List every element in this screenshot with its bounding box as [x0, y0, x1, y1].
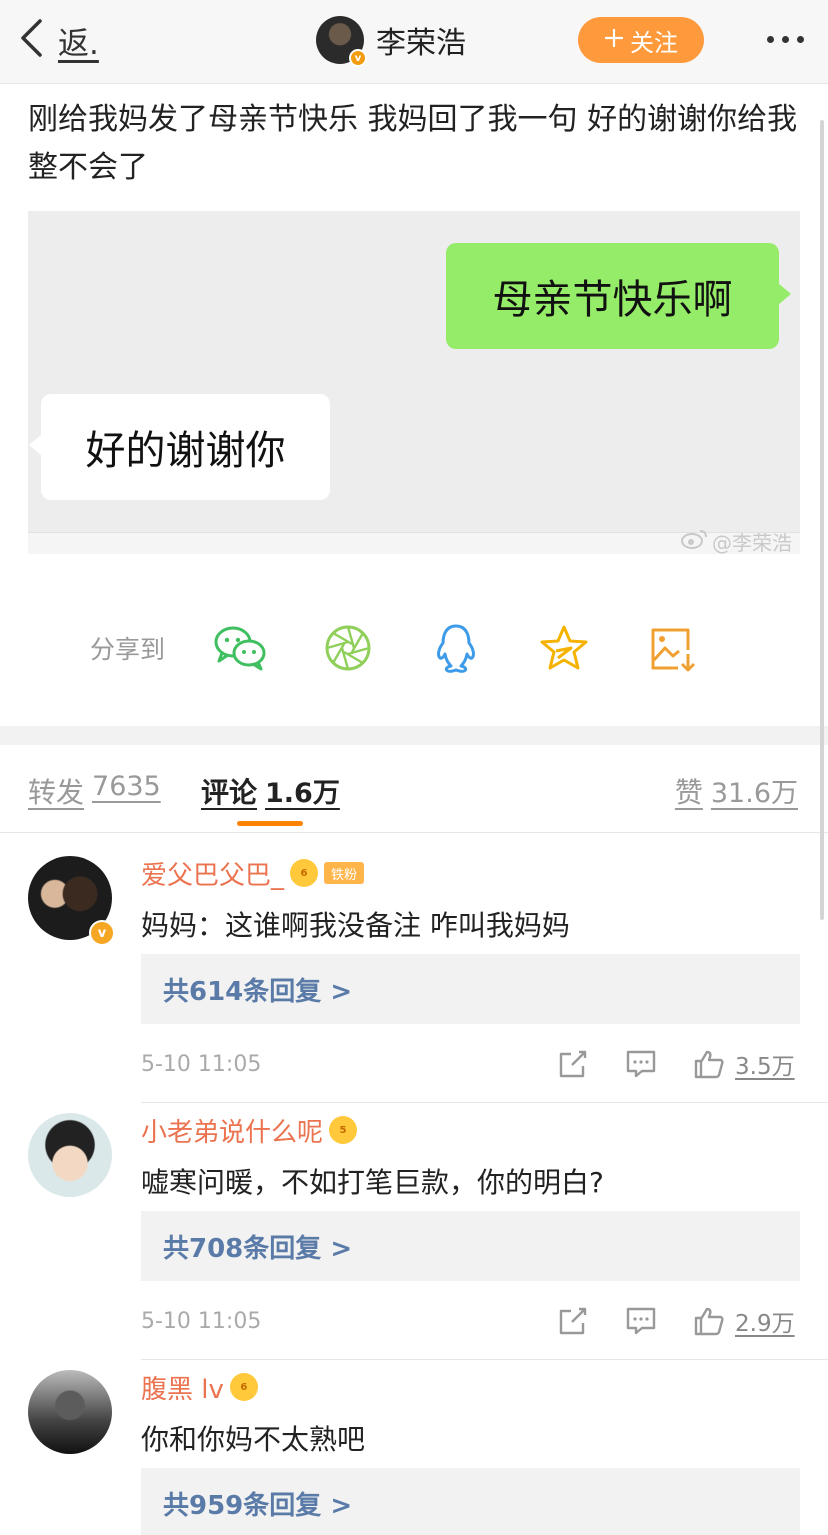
tab-label: 转发 [28, 776, 85, 809]
tab-label: 评论 [201, 776, 258, 809]
comment-timestamp: 5-10 11:05 [141, 1052, 262, 1077]
member-crown-icon: 6 [229, 1373, 258, 1401]
save-image-icon[interactable] [642, 618, 702, 678]
share-arrow-icon [559, 1050, 587, 1078]
tab-comments[interactable]: 评论 1.6万 [201, 771, 340, 811]
follow-label: 关注 [630, 28, 678, 57]
comment-timestamp: 5-10 11:05 [141, 1309, 262, 1334]
top-bar: 返. v 李荣浩 关注 [0, 0, 828, 84]
tab-label: 赞 [674, 776, 703, 809]
qq-icon[interactable] [426, 618, 486, 678]
watermark-text: @李荣浩 [712, 530, 792, 555]
tab-count: 31.6万 [710, 778, 798, 809]
active-tab-indicator [237, 821, 303, 826]
share-label: 分享到 [90, 635, 166, 664]
share-comment-button[interactable] [557, 1044, 589, 1084]
view-replies-link[interactable]: 共708条回复 > [141, 1211, 800, 1281]
tab-likes[interactable]: 赞 31.6万 [675, 771, 798, 811]
view-replies-link[interactable]: 共959条回复 > [141, 1468, 800, 1535]
commenter-username[interactable]: 爱父巴父巴_ [141, 855, 284, 892]
more-dot-icon [767, 35, 774, 43]
commenter-info: 爱父巴父巴_ 6 铁粉 [141, 855, 365, 892]
scrollbar[interactable] [820, 120, 824, 920]
like-comment-button[interactable]: 3.5万 [693, 1044, 795, 1084]
comment-text: 嘘寒问暖，不如打笔巨款，你的明白? [141, 1166, 604, 1199]
thumbs-up-icon [694, 1307, 724, 1336]
reply-comment-button[interactable] [625, 1301, 657, 1341]
author-avatar[interactable]: v [316, 16, 367, 67]
commenter-info: 小老弟说什么呢 5 [141, 1112, 358, 1149]
comment-bubble-icon [626, 1307, 656, 1335]
thumbs-up-icon [694, 1050, 724, 1079]
member-crown-icon: 6 [290, 859, 319, 887]
back-button[interactable]: 返. [18, 14, 99, 66]
comment-item: v 爱父巴父巴_ 6 铁粉 妈妈：这谁啊我没备注 咋叫我妈妈 共614条回复 >… [0, 834, 828, 1103]
author-name[interactable]: 李荣浩 [376, 18, 466, 62]
interaction-tabs: 转发 7635 评论 1.6万 赞 31.6万 [0, 745, 828, 833]
like-count: 3.5万 [735, 1054, 795, 1080]
comment-item: 腹黑 lv 6 你和你妈不太熟吧 共959条回复 > [0, 1348, 828, 1535]
sent-message-bubble: 母亲节快乐啊 [446, 243, 791, 349]
comment-text: 妈妈：这谁啊我没备注 咋叫我妈妈 [141, 909, 570, 942]
share-arrow-icon [559, 1307, 587, 1335]
view-replies-link[interactable]: 共614条回复 > [141, 954, 800, 1024]
verified-badge: v [89, 920, 115, 946]
back-label: 返. [58, 25, 99, 62]
moments-icon[interactable] [318, 618, 378, 678]
more-dot-icon [797, 35, 804, 43]
like-count: 2.9万 [735, 1311, 795, 1337]
chevron-left-icon [18, 18, 44, 62]
commenter-avatar[interactable] [28, 1370, 112, 1454]
comment-text: 你和你妈不太熟吧 [141, 1423, 366, 1456]
plus-icon [604, 26, 624, 54]
qzone-star-icon[interactable] [534, 618, 594, 678]
commenter-username[interactable]: 腹黑 lv [141, 1369, 224, 1406]
received-message-bubble: 好的谢谢你 [29, 394, 330, 500]
author-info[interactable]: v 李荣浩 [316, 14, 466, 67]
tab-count: 7635 [92, 771, 161, 802]
commenter-username[interactable]: 小老弟说什么呢 [141, 1112, 323, 1149]
share-row: 分享到 [90, 618, 702, 678]
fan-tag-badge: 铁粉 [324, 862, 365, 884]
section-separator [0, 726, 828, 745]
more-options-button[interactable] [767, 24, 804, 54]
comment-bubble-icon [626, 1050, 656, 1078]
more-dot-icon [782, 35, 789, 43]
tab-reposts[interactable]: 转发 7635 [28, 771, 161, 811]
follow-button[interactable]: 关注 [578, 17, 704, 63]
comment-item: 小老弟说什么呢 5 嘘寒问暖，不如打笔巨款，你的明白? 共708条回复 > 5-… [0, 1091, 828, 1360]
verified-badge: v [349, 49, 367, 67]
commenter-avatar[interactable] [28, 1113, 112, 1197]
tab-count: 1.6万 [265, 778, 340, 809]
reply-comment-button[interactable] [625, 1044, 657, 1084]
share-comment-button[interactable] [557, 1301, 589, 1341]
weibo-logo-icon [680, 528, 708, 555]
comment-meta: 5-10 11:05 3.5万 [141, 1044, 800, 1084]
post-text: 刚给我妈发了母亲节快乐 我妈回了我一句 好的谢谢你给我整不会了 [28, 102, 798, 185]
image-watermark: @李荣浩 [680, 528, 792, 555]
comment-meta: 5-10 11:05 2.9万 [141, 1301, 800, 1341]
like-comment-button[interactable]: 2.9万 [693, 1301, 795, 1341]
post-image[interactable]: 母亲节快乐啊 好的谢谢你 @李荣浩 [28, 211, 800, 555]
wechat-icon[interactable] [210, 618, 270, 678]
commenter-info: 腹黑 lv 6 [141, 1369, 258, 1406]
member-crown-icon: 5 [329, 1116, 358, 1144]
